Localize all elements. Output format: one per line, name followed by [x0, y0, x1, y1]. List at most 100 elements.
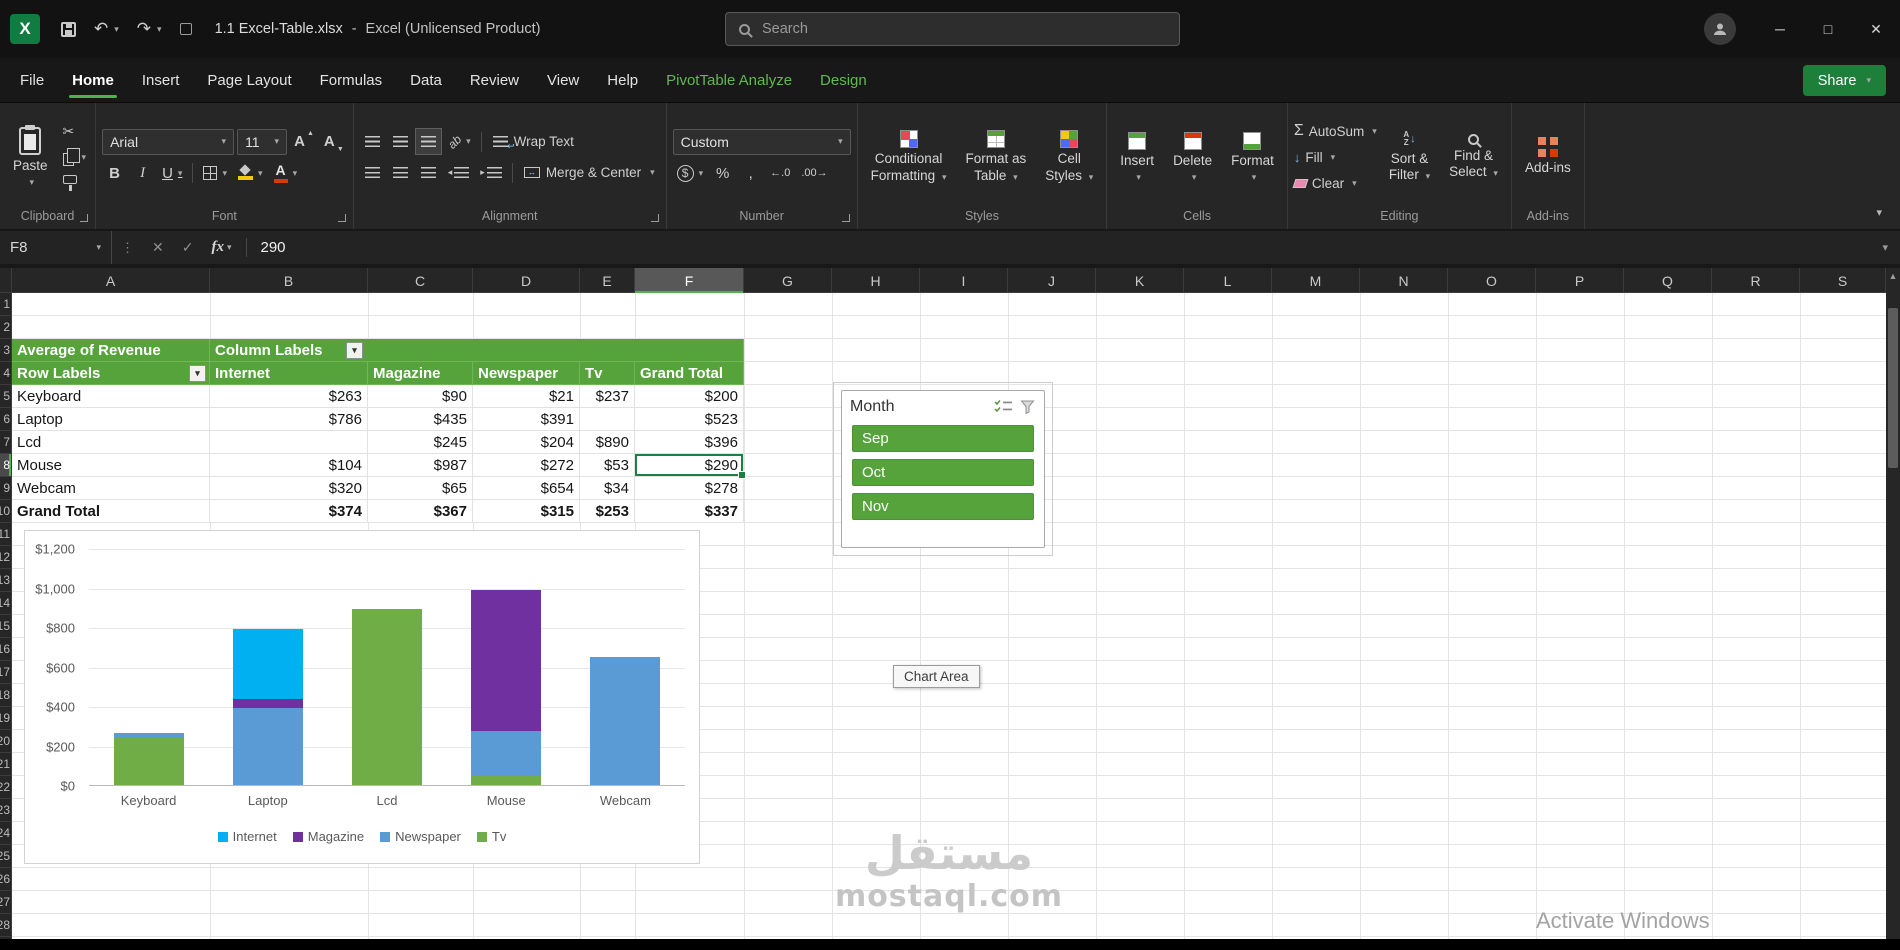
pivot-cell[interactable]: $320: [210, 477, 368, 500]
format-painter-button[interactable]: [60, 172, 90, 194]
tab-review[interactable]: Review: [456, 58, 533, 102]
column-header-S[interactable]: S: [1800, 268, 1886, 293]
bar-laptop[interactable]: [232, 629, 303, 785]
row-header-18[interactable]: 18: [0, 684, 11, 707]
row-header-23[interactable]: 23: [0, 799, 11, 822]
month-slicer[interactable]: Month Sep Oct Nov: [841, 390, 1045, 548]
collapse-ribbon-icon[interactable]: ▾: [1876, 206, 1882, 219]
decrease-decimal-button[interactable]: .00→: [797, 161, 831, 186]
font-color-button[interactable]: A ▾: [270, 161, 302, 186]
pivot-cell[interactable]: $396: [635, 431, 744, 454]
close-button[interactable]: ✕: [1852, 0, 1900, 58]
bar-webcam[interactable]: [590, 656, 661, 785]
align-right-button[interactable]: [416, 160, 441, 185]
pivot-column-header-tv[interactable]: Tv: [580, 362, 635, 385]
tab-data[interactable]: Data: [396, 58, 456, 102]
select-all-corner[interactable]: [0, 268, 12, 292]
clear-filter-button[interactable]: [1020, 400, 1036, 415]
avatar[interactable]: [1704, 13, 1736, 45]
row-header-4[interactable]: 4: [0, 362, 11, 385]
column-header-O[interactable]: O: [1448, 268, 1536, 293]
column-header-E[interactable]: E: [580, 268, 635, 293]
delete-cells-button[interactable]: Delete ▾: [1166, 130, 1219, 185]
pivot-column-labels-cell[interactable]: Column Labels ▾: [210, 339, 744, 362]
bar-keyboard[interactable]: [113, 732, 184, 785]
row-header-24[interactable]: 24: [0, 822, 11, 845]
chart-plot-area[interactable]: [89, 549, 685, 786]
save-button[interactable]: [61, 21, 76, 37]
tab-view[interactable]: View: [533, 58, 593, 102]
row-header-10[interactable]: 10: [0, 500, 11, 523]
tab-page-layout[interactable]: Page Layout: [193, 58, 305, 102]
row-header-28[interactable]: 28: [0, 914, 11, 937]
row-header-16[interactable]: 16: [0, 638, 11, 661]
pivot-cell[interactable]: $374: [210, 500, 368, 523]
align-left-button[interactable]: [360, 160, 385, 185]
pivot-cell[interactable]: $786: [210, 408, 368, 431]
worksheet[interactable]: 1234567891011121314151617181920212223242…: [0, 293, 1886, 939]
column-header-Q[interactable]: Q: [1624, 268, 1712, 293]
orientation-button[interactable]: ab ▾: [444, 129, 475, 154]
tab-home[interactable]: Home: [58, 58, 128, 102]
align-middle-button[interactable]: [388, 129, 413, 154]
pivot-cell[interactable]: [580, 408, 635, 431]
font-size-select[interactable]: 11 ▾: [237, 128, 288, 155]
borders-button[interactable]: ▾: [199, 161, 231, 186]
row-header-2[interactable]: 2: [0, 316, 11, 339]
cut-button[interactable]: ✂: [60, 120, 90, 142]
pivot-cell[interactable]: $34: [580, 477, 635, 500]
paste-button[interactable]: Paste ▾: [6, 125, 55, 190]
increase-font-size-button[interactable]: A: [290, 129, 317, 154]
pivot-row-labels-cell[interactable]: Row Labels ▾: [12, 362, 210, 385]
pivot-cell[interactable]: $654: [473, 477, 580, 500]
number-dialog-launcher-icon[interactable]: [841, 214, 850, 222]
pivot-cell[interactable]: $523: [635, 408, 744, 431]
row-header-7[interactable]: 7: [0, 431, 11, 454]
row-header-8[interactable]: 8: [0, 454, 11, 477]
tab-insert[interactable]: Insert: [128, 58, 194, 102]
chart[interactable]: $0 $200 $400 $600 $800 $1,000 $1,200 Keyboard L…: [24, 530, 700, 864]
autosum-button[interactable]: Σ AutoSum ▾: [1294, 120, 1377, 142]
name-box[interactable]: F8 ▾: [0, 231, 112, 264]
cell-styles-button[interactable]: Cell Styles ▾: [1038, 128, 1100, 185]
column-header-F[interactable]: F: [635, 268, 744, 293]
pivot-row-label[interactable]: Keyboard: [12, 385, 210, 408]
redo-dropdown-icon[interactable]: ▾: [157, 24, 162, 35]
row-header-19[interactable]: 19: [0, 707, 11, 730]
pivot-row-label[interactable]: Laptop: [12, 408, 210, 431]
column-header-R[interactable]: R: [1712, 268, 1800, 293]
row-header-26[interactable]: 26: [0, 868, 11, 891]
tab-design[interactable]: Design: [806, 58, 881, 102]
pivot-cell[interactable]: $245: [368, 431, 473, 454]
row-header-14[interactable]: 14: [0, 592, 11, 615]
wrap-text-button[interactable]: Wrap Text: [488, 129, 579, 154]
row-header-25[interactable]: 25: [0, 845, 11, 868]
bar-mouse[interactable]: [471, 590, 542, 785]
pivot-cell[interactable]: $263: [210, 385, 368, 408]
column-header-I[interactable]: I: [920, 268, 1008, 293]
customize-toolbar-button[interactable]: [179, 23, 192, 35]
italic-button[interactable]: I: [130, 161, 155, 186]
formula-input[interactable]: 290: [252, 239, 1871, 256]
conditional-formatting-button[interactable]: Conditional Formatting ▾: [864, 128, 954, 185]
pivot-cell[interactable]: $204: [473, 431, 580, 454]
pivot-cell[interactable]: $65: [368, 477, 473, 500]
fill-button[interactable]: ↓ Fill ▾: [1294, 146, 1377, 168]
row-header-5[interactable]: 5: [0, 385, 11, 408]
pivot-row-label[interactable]: Mouse: [12, 454, 210, 477]
pivot-row-label[interactable]: Grand Total: [12, 500, 210, 523]
merge-center-button[interactable]: ↔ Merge & Center ▾: [519, 160, 660, 185]
decrease-font-size-button[interactable]: A: [320, 129, 347, 154]
pivot-column-header-grand-total[interactable]: Grand Total: [635, 362, 744, 385]
pivot-cell[interactable]: $53: [580, 454, 635, 477]
column-header-C[interactable]: C: [368, 268, 473, 293]
minimize-button[interactable]: ─: [1756, 0, 1804, 58]
pivot-cell[interactable]: $21: [473, 385, 580, 408]
name-box-resize-handle[interactable]: ⋮: [112, 240, 143, 256]
row-header-11[interactable]: 11: [0, 523, 11, 546]
pivot-column-header-magazine[interactable]: Magazine: [368, 362, 473, 385]
slicer-item-nov[interactable]: Nov: [852, 493, 1034, 520]
pivot-cell[interactable]: $391: [473, 408, 580, 431]
column-header-M[interactable]: M: [1272, 268, 1360, 293]
vertical-scrollbar[interactable]: ▲: [1886, 268, 1900, 939]
